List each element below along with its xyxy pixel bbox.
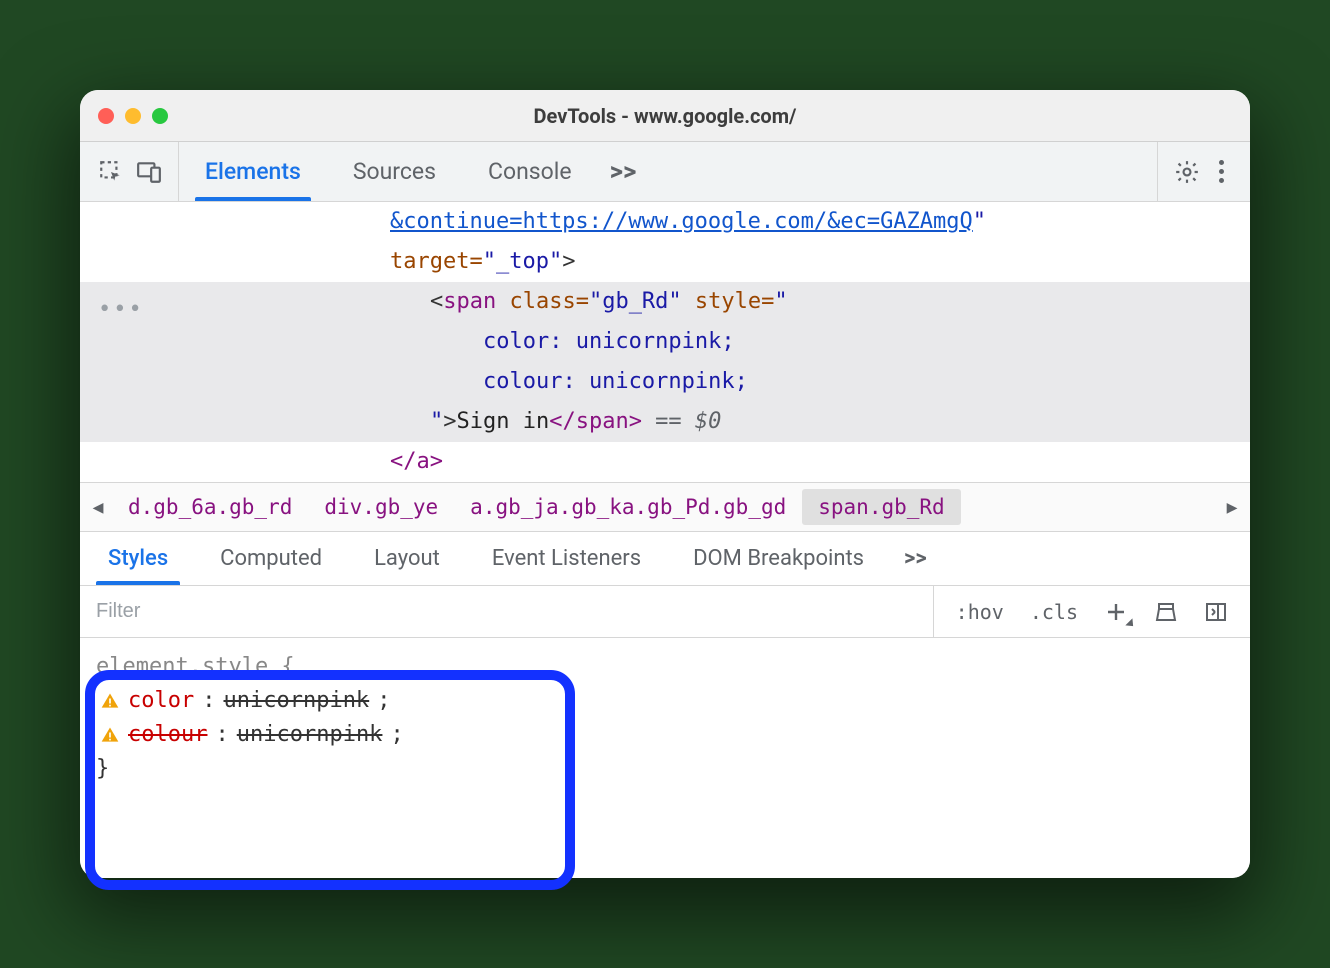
more-menu-icon[interactable] [1206, 157, 1236, 187]
breadcrumb-item[interactable]: d.gb_6a.gb_rd [112, 489, 308, 525]
toggle-cls-button[interactable]: .cls [1018, 594, 1090, 630]
dom-selected-node[interactable]: ••• <span class="gb_Rd" style=" color: u… [80, 282, 1250, 442]
warning-icon [100, 691, 120, 711]
styles-filter-row: :hov .cls [80, 586, 1250, 638]
device-toolbar-icon[interactable] [134, 157, 164, 187]
title-bar: DevTools - www.google.com/ [80, 90, 1250, 142]
breadcrumb-item-current[interactable]: span.gb_Rd [802, 489, 960, 525]
tab-sources[interactable]: Sources [327, 142, 462, 201]
css-property-value[interactable]: unicornpink [223, 684, 369, 718]
dom-tree-panel[interactable]: &continue=https://www.google.com/&ec=GAZ… [80, 202, 1250, 482]
rule-brace-close: } [96, 752, 1234, 786]
breadcrumb-scroll-left-icon[interactable]: ◀ [84, 497, 112, 518]
subtab-styles[interactable]: Styles [82, 532, 194, 585]
subtab-computed[interactable]: Computed [194, 532, 348, 585]
css-declaration[interactable]: colour: unicornpink; [96, 718, 1234, 752]
toggle-sidebar-icon[interactable] [1192, 594, 1240, 630]
maximize-window-button[interactable] [152, 108, 168, 124]
main-toolbar: Elements Sources Console >> [80, 142, 1250, 202]
css-property-name[interactable]: color [128, 684, 194, 718]
devtools-window: DevTools - www.google.com/ [80, 90, 1250, 878]
new-style-rule-button[interactable] [1092, 594, 1140, 630]
css-property-value[interactable]: unicornpink [237, 718, 383, 752]
subtabs-overflow-button[interactable]: >> [890, 532, 941, 585]
dom-line[interactable]: </a> [80, 442, 1250, 482]
warning-icon [100, 725, 120, 745]
minimize-window-button[interactable] [125, 108, 141, 124]
styles-filter-input[interactable] [80, 586, 933, 637]
toggle-hov-button[interactable]: :hov [944, 594, 1016, 630]
settings-gear-icon[interactable] [1172, 157, 1202, 187]
css-property-name[interactable]: colour [128, 718, 207, 752]
styles-toolbar: :hov .cls [933, 586, 1250, 637]
styles-rules-pane[interactable]: element.style { color: unicornpink; colo… [80, 638, 1250, 878]
dom-line[interactable]: target="_top"> [80, 242, 1250, 282]
window-controls [98, 108, 168, 124]
tab-elements[interactable]: Elements [179, 142, 327, 201]
breadcrumb-scroll-right-icon[interactable]: ▶ [1218, 497, 1246, 518]
rule-selector[interactable]: element.style { [96, 650, 1234, 684]
breadcrumb-item[interactable]: div.gb_ye [308, 489, 454, 525]
main-tabs: Elements Sources Console [179, 142, 598, 201]
dom-breadcrumb: ◀ d.gb_6a.gb_rd div.gb_ye a.gb_ja.gb_ka.… [80, 482, 1250, 532]
expand-siblings-icon[interactable]: ••• [98, 290, 144, 330]
tab-console[interactable]: Console [462, 142, 598, 201]
flexbox-overlay-icon[interactable] [1142, 594, 1190, 630]
window-title: DevTools - www.google.com/ [80, 104, 1250, 128]
subtab-event-listeners[interactable]: Event Listeners [466, 532, 667, 585]
dom-line[interactable]: &continue=https://www.google.com/&ec=GAZ… [80, 202, 1250, 242]
styles-subtab-bar: Styles Computed Layout Event Listeners D… [80, 532, 1250, 586]
subtab-layout[interactable]: Layout [348, 532, 466, 585]
breadcrumb-item[interactable]: a.gb_ja.gb_ka.gb_Pd.gb_gd [454, 489, 802, 525]
tabs-overflow-button[interactable]: >> [598, 142, 649, 201]
subtab-dom-breakpoints[interactable]: DOM Breakpoints [667, 532, 890, 585]
css-declaration[interactable]: color: unicornpink; [96, 684, 1234, 718]
inspect-element-icon[interactable] [96, 157, 126, 187]
close-window-button[interactable] [98, 108, 114, 124]
